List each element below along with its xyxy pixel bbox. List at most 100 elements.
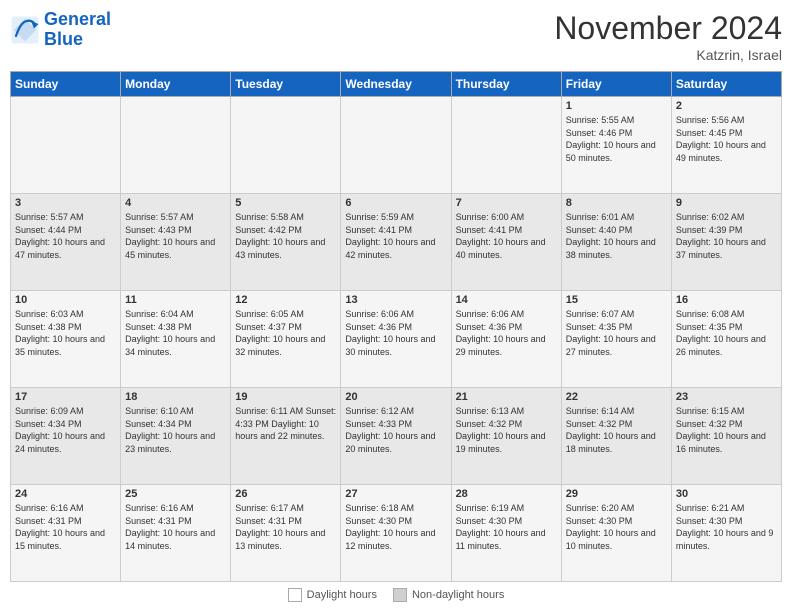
legend-label-daylight: Daylight hours [307, 589, 377, 601]
day-info: Sunrise: 6:04 AM Sunset: 4:38 PM Dayligh… [125, 308, 226, 358]
legend-item-nondaylight: Non-daylight hours [393, 588, 504, 602]
day-info: Sunrise: 6:07 AM Sunset: 4:35 PM Dayligh… [566, 308, 667, 358]
calendar-cell: 26 Sunrise: 6:17 AM Sunset: 4:31 PM Dayli… [231, 485, 341, 582]
day-info: Sunrise: 6:03 AM Sunset: 4:38 PM Dayligh… [15, 308, 116, 358]
day-number: 8 [566, 197, 667, 209]
calendar-cell: 27 Sunrise: 6:18 AM Sunset: 4:30 PM Dayli… [341, 485, 451, 582]
day-info: Sunrise: 6:08 AM Sunset: 4:35 PM Dayligh… [676, 308, 777, 358]
day-info: Sunrise: 6:06 AM Sunset: 4:36 PM Dayligh… [456, 308, 557, 358]
calendar-cell: 15 Sunrise: 6:07 AM Sunset: 4:35 PM Dayli… [561, 291, 671, 388]
day-number: 29 [566, 488, 667, 500]
day-number: 5 [235, 197, 336, 209]
day-info: Sunrise: 6:15 AM Sunset: 4:32 PM Dayligh… [676, 405, 777, 455]
day-info: Sunrise: 6:12 AM Sunset: 4:33 PM Dayligh… [345, 405, 446, 455]
day-number: 19 [235, 391, 336, 403]
calendar-week-row: 17Sunrise: 6:09 AM Sunset: 4:34 PM Dayli… [11, 388, 782, 485]
day-info: Sunrise: 6:05 AM Sunset: 4:37 PM Dayligh… [235, 308, 336, 358]
title-block: November 2024 Katzrin, Israel [554, 10, 782, 63]
calendar-cell: 12 Sunrise: 6:05 AM Sunset: 4:37 PM Dayli… [231, 291, 341, 388]
day-number: 6 [345, 197, 446, 209]
day-info: Sunrise: 5:59 AM Sunset: 4:41 PM Dayligh… [345, 211, 446, 261]
calendar-cell: 5 Sunrise: 5:58 AM Sunset: 4:42 PM Daylig… [231, 194, 341, 291]
calendar-cell: 25Sunrise: 6:16 AM Sunset: 4:31 PM Dayli… [121, 485, 231, 582]
calendar-cell: 16Sunrise: 6:08 AM Sunset: 4:35 PM Dayli… [671, 291, 781, 388]
calendar-cell: 29Sunrise: 6:20 AM Sunset: 4:30 PM Dayli… [561, 485, 671, 582]
day-info: Sunrise: 6:16 AM Sunset: 4:31 PM Dayligh… [15, 502, 116, 552]
day-of-week-header: Wednesday [341, 72, 451, 97]
calendar-cell: 8 Sunrise: 6:01 AM Sunset: 4:40 PM Daylig… [561, 194, 671, 291]
calendar-cell: 22Sunrise: 6:14 AM Sunset: 4:32 PM Dayli… [561, 388, 671, 485]
calendar-cell: 1 Sunrise: 5:55 AM Sunset: 4:46 PM Daylig… [561, 97, 671, 194]
legend-box-nondaylight [393, 588, 407, 602]
calendar-week-row: 1 Sunrise: 5:55 AM Sunset: 4:46 PM Daylig… [11, 97, 782, 194]
day-info: Sunrise: 6:00 AM Sunset: 4:41 PM Dayligh… [456, 211, 557, 261]
day-info: Sunrise: 6:19 AM Sunset: 4:30 PM Dayligh… [456, 502, 557, 552]
day-number: 11 [125, 294, 226, 306]
day-info: Sunrise: 6:21 AM Sunset: 4:30 PM Dayligh… [676, 502, 777, 552]
legend-item-daylight: Daylight hours [288, 588, 377, 602]
calendar-cell: 11 Sunrise: 6:04 AM Sunset: 4:38 PM Dayli… [121, 291, 231, 388]
day-of-week-header: Thursday [451, 72, 561, 97]
day-number: 1 [566, 100, 667, 112]
calendar-cell: 23 Sunrise: 6:15 AM Sunset: 4:32 PM Dayli… [671, 388, 781, 485]
day-of-week-header: Saturday [671, 72, 781, 97]
calendar-cell [11, 97, 121, 194]
day-number: 15 [566, 294, 667, 306]
day-info: Sunrise: 6:11 AM Sunset: 4:33 PM Dayligh… [235, 405, 336, 443]
calendar-cell: 7 Sunrise: 6:00 AM Sunset: 4:41 PM Daylig… [451, 194, 561, 291]
day-number: 12 [235, 294, 336, 306]
calendar-cell: 13 Sunrise: 6:06 AM Sunset: 4:36 PM Dayli… [341, 291, 451, 388]
calendar-cell: 6 Sunrise: 5:59 AM Sunset: 4:41 PM Daylig… [341, 194, 451, 291]
day-info: Sunrise: 5:57 AM Sunset: 4:44 PM Dayligh… [15, 211, 116, 261]
calendar-cell: 18Sunrise: 6:10 AM Sunset: 4:34 PM Dayli… [121, 388, 231, 485]
day-number: 2 [676, 100, 777, 112]
day-number: 7 [456, 197, 557, 209]
day-number: 22 [566, 391, 667, 403]
day-number: 27 [345, 488, 446, 500]
day-info: Sunrise: 5:58 AM Sunset: 4:42 PM Dayligh… [235, 211, 336, 261]
calendar-cell: 28Sunrise: 6:19 AM Sunset: 4:30 PM Dayli… [451, 485, 561, 582]
calendar-cell [341, 97, 451, 194]
day-info: Sunrise: 6:17 AM Sunset: 4:31 PM Dayligh… [235, 502, 336, 552]
calendar-cell [451, 97, 561, 194]
calendar-cell: 2 Sunrise: 5:56 AM Sunset: 4:45 PM Daylig… [671, 97, 781, 194]
day-number: 21 [456, 391, 557, 403]
logo-icon [10, 15, 40, 45]
logo-text: General Blue [44, 10, 111, 50]
day-number: 14 [456, 294, 557, 306]
day-number: 9 [676, 197, 777, 209]
day-info: Sunrise: 6:06 AM Sunset: 4:36 PM Dayligh… [345, 308, 446, 358]
calendar-cell: 20 Sunrise: 6:12 AM Sunset: 4:33 PM Dayli… [341, 388, 451, 485]
day-of-week-header: Monday [121, 72, 231, 97]
calendar-cell: 21Sunrise: 6:13 AM Sunset: 4:32 PM Dayli… [451, 388, 561, 485]
calendar-table: SundayMondayTuesdayWednesdayThursdayFrid… [10, 71, 782, 582]
day-info: Sunrise: 6:18 AM Sunset: 4:30 PM Dayligh… [345, 502, 446, 552]
header: General Blue November 2024 Katzrin, Isra… [10, 10, 782, 63]
day-number: 3 [15, 197, 116, 209]
calendar-cell: 4Sunrise: 5:57 AM Sunset: 4:43 PM Daylig… [121, 194, 231, 291]
calendar-week-row: 24Sunrise: 6:16 AM Sunset: 4:31 PM Dayli… [11, 485, 782, 582]
calendar-cell: 24Sunrise: 6:16 AM Sunset: 4:31 PM Dayli… [11, 485, 121, 582]
day-of-week-header: Friday [561, 72, 671, 97]
calendar-cell: 30Sunrise: 6:21 AM Sunset: 4:30 PM Dayli… [671, 485, 781, 582]
calendar-cell: 3 Sunrise: 5:57 AM Sunset: 4:44 PM Daylig… [11, 194, 121, 291]
logo: General Blue [10, 10, 111, 50]
day-info: Sunrise: 6:09 AM Sunset: 4:34 PM Dayligh… [15, 405, 116, 455]
day-number: 18 [125, 391, 226, 403]
day-info: Sunrise: 6:16 AM Sunset: 4:31 PM Dayligh… [125, 502, 226, 552]
day-info: Sunrise: 5:56 AM Sunset: 4:45 PM Dayligh… [676, 114, 777, 164]
day-info: Sunrise: 6:01 AM Sunset: 4:40 PM Dayligh… [566, 211, 667, 261]
day-number: 26 [235, 488, 336, 500]
day-info: Sunrise: 5:55 AM Sunset: 4:46 PM Dayligh… [566, 114, 667, 164]
day-number: 23 [676, 391, 777, 403]
legend-box-daylight [288, 588, 302, 602]
calendar-cell [121, 97, 231, 194]
day-number: 13 [345, 294, 446, 306]
page: General Blue November 2024 Katzrin, Isra… [0, 0, 792, 612]
calendar-cell: 17Sunrise: 6:09 AM Sunset: 4:34 PM Dayli… [11, 388, 121, 485]
month-title: November 2024 [554, 10, 782, 47]
header-row: SundayMondayTuesdayWednesdayThursdayFrid… [11, 72, 782, 97]
logo-line1: General [44, 9, 111, 29]
day-number: 20 [345, 391, 446, 403]
logo-line2: Blue [44, 29, 83, 49]
